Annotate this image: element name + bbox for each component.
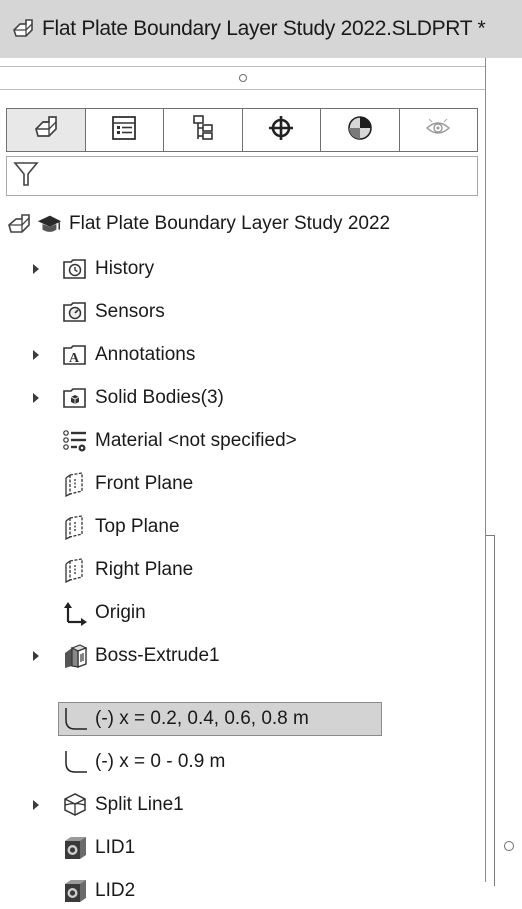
tree-item-solid-bodies[interactable]: Solid Bodies(3) — [62, 380, 224, 416]
tree-root-label: Flat Plate Boundary Layer Study 2022 — [69, 213, 391, 234]
property-manager-icon — [109, 113, 139, 148]
feature-manager-panel: Flat Plate Boundary Layer Study 2022 His… — [0, 58, 485, 902]
plane-icon — [62, 514, 88, 540]
tree-item-lid1[interactable]: LID1 — [62, 830, 135, 866]
splitter-grip-icon[interactable] — [238, 74, 247, 82]
tree-item-label: Front Plane — [95, 473, 194, 494]
tree-item-right-plane[interactable]: Right Plane — [62, 552, 193, 588]
boss-extrude-icon — [62, 643, 88, 669]
sketch-icon — [62, 706, 88, 732]
tree-item-label: Boss-Extrude1 — [95, 645, 220, 666]
tab-dimxpert-manager[interactable] — [243, 109, 321, 151]
tree-item-sketch[interactable]: (-) x = 0 - 0.9 m — [62, 744, 225, 780]
part-icon — [31, 113, 61, 148]
tree-item-label: Solid Bodies(3) — [95, 387, 224, 408]
graphics-area-bracket — [486, 535, 495, 886]
tree-item-label: (-) x = 0 - 0.9 m — [95, 751, 226, 772]
funnel-icon[interactable] — [13, 160, 39, 193]
dimxpert-icon — [266, 113, 296, 148]
expand-arrow-icon[interactable] — [33, 393, 39, 403]
tree-item-material[interactable]: Material <not specified> — [62, 423, 297, 459]
manager-tabs — [6, 108, 478, 152]
resize-grip-icon[interactable] — [504, 841, 514, 851]
tab-feature-manager[interactable] — [7, 109, 86, 151]
tree-item-label: (-) x = 0.2, 0.4, 0.6, 0.8 m — [95, 708, 309, 729]
tree-item-origin[interactable]: Origin — [62, 595, 146, 631]
tab-display-manager[interactable] — [321, 109, 400, 151]
split-line-icon — [62, 792, 88, 818]
expand-arrow-icon[interactable] — [33, 800, 39, 810]
expand-arrow-icon[interactable] — [33, 264, 39, 274]
history-folder-icon — [62, 256, 88, 282]
tree-item-label: Origin — [95, 602, 146, 623]
window-title: Flat Plate Boundary Layer Study 2022.SLD… — [42, 17, 486, 40]
tree-item-history[interactable]: History — [62, 251, 154, 287]
tree-item-label: Material <not specified> — [95, 430, 297, 451]
tree-filter[interactable] — [6, 156, 478, 196]
tree-root[interactable]: Flat Plate Boundary Layer Study 2022 — [6, 206, 390, 242]
visibility-icon — [423, 113, 453, 148]
svg-text:A: A — [69, 351, 80, 366]
graduation-cap-icon — [36, 211, 62, 237]
display-manager-icon — [345, 113, 375, 148]
tree-item-split-line[interactable]: Split Line1 — [62, 787, 184, 823]
tree-item-boss-extrude[interactable]: Boss-Extrude1 — [62, 638, 220, 674]
tree-item-label: Sensors — [95, 301, 165, 322]
origin-icon — [62, 600, 88, 626]
tree-item-sketch-selected[interactable]: (-) x = 0.2, 0.4, 0.6, 0.8 m — [62, 701, 309, 737]
tree-item-front-plane[interactable]: Front Plane — [62, 466, 193, 502]
tree-item-label: Annotations — [95, 344, 196, 365]
tab-configuration-manager[interactable] — [164, 109, 243, 151]
tree-item-lid2[interactable]: LID2 — [62, 873, 135, 909]
tree-item-label: Split Line1 — [95, 794, 184, 815]
plane-icon — [62, 557, 88, 583]
window-title-bar: Flat Plate Boundary Layer Study 2022.SLD… — [0, 0, 522, 58]
expand-arrow-icon[interactable] — [33, 350, 39, 360]
expand-arrow-icon[interactable] — [33, 651, 39, 661]
sketch-icon — [62, 749, 88, 775]
tree-item-label: Right Plane — [95, 559, 194, 580]
tree-item-label: Top Plane — [95, 516, 180, 537]
sensors-folder-icon — [62, 299, 88, 325]
tree-item-sensors[interactable]: Sensors — [62, 294, 165, 330]
material-icon — [62, 428, 88, 454]
tree-item-label: History — [95, 258, 155, 279]
part-icon — [10, 16, 36, 42]
annotations-folder-icon: A — [62, 342, 88, 368]
tree-item-annotations[interactable]: A Annotations — [62, 337, 195, 373]
tree-item-top-plane[interactable]: Top Plane — [62, 509, 180, 545]
lid-icon — [62, 835, 88, 861]
solid-bodies-folder-icon — [62, 385, 88, 411]
part-icon — [6, 211, 32, 237]
tree-item-label: LID2 — [95, 880, 136, 901]
tree-item-label: LID1 — [95, 837, 136, 858]
panel-splitter[interactable] — [0, 66, 485, 90]
tab-visibility[interactable] — [400, 109, 478, 151]
plane-icon — [62, 471, 88, 497]
configuration-manager-icon — [188, 113, 218, 148]
tab-property-manager[interactable] — [86, 109, 164, 151]
